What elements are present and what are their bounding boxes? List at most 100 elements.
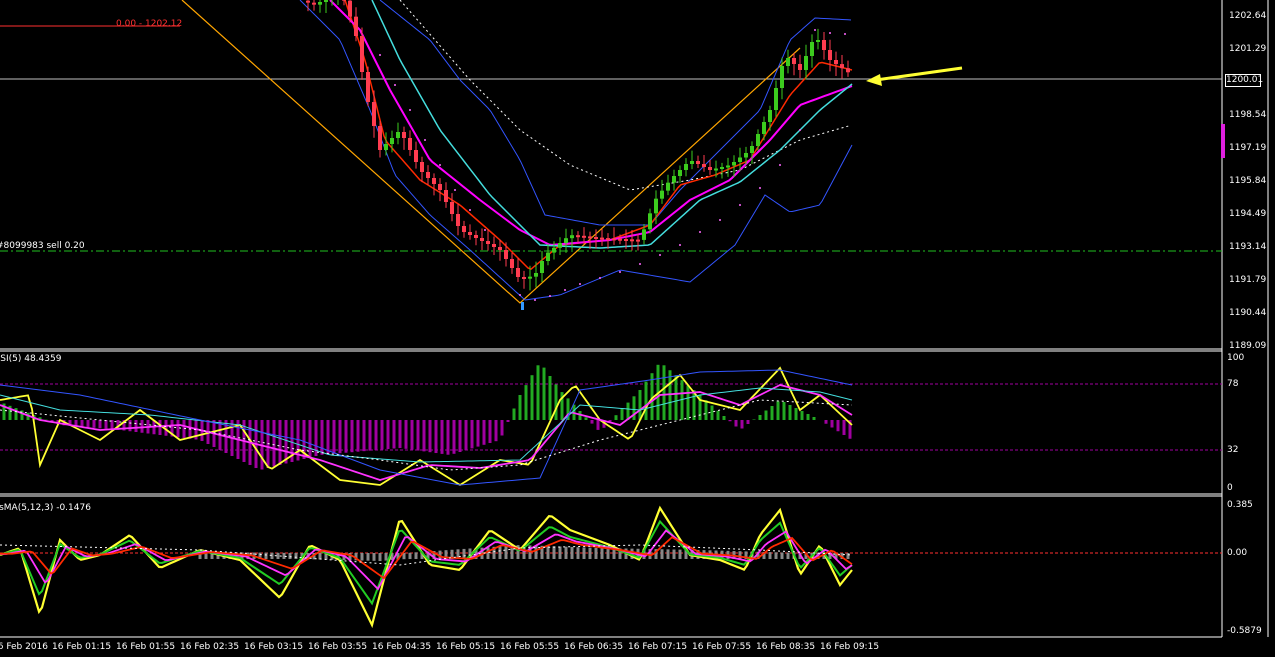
candle-body [744,153,748,158]
osma-hist-bar [600,548,604,559]
price-tick: 1189.09 [1229,341,1267,351]
sell-order-label: #8099983 sell 0.20 [0,241,85,251]
candle-body [372,102,376,126]
candle-body [600,237,604,240]
osma-hist-bar [408,552,412,559]
sar-dot [519,294,521,296]
candle-body [420,162,424,172]
rsi-hist-bar [590,420,594,424]
osma-hist-bar [774,552,778,559]
osma-hist-bar [588,547,592,559]
osma-hist-bar [372,553,376,561]
rsi-hist-bar [596,420,600,430]
candle-body [678,170,682,176]
osma-hist-bar [378,553,382,561]
rsi-hist-bar [584,417,588,420]
candle-body [558,243,562,248]
rsi-hist-bar [86,420,90,428]
sar-dot [409,109,411,111]
rsi-hist-bar [638,390,642,420]
osma-hist-bar [486,547,490,559]
rsi-hist-bar [278,420,282,465]
rsi-hist-bar [362,420,366,452]
ma-slow [371,0,853,249]
rsi-hist-bar [392,420,396,449]
osma-hist-bar [672,549,676,559]
candle-body [672,176,676,183]
candle-body [444,190,448,202]
time-tick: 16 Feb 06:35 [564,642,624,652]
time-tick: 16 Feb 05:15 [436,642,496,652]
trading-chart[interactable] [0,0,1275,657]
sar-dot [814,29,816,31]
candle-body [798,64,802,70]
candle-body [846,68,850,73]
rsi-hist-bar [434,420,438,454]
osma-hist-bar [786,552,790,559]
osma-tick: 0.00 [1227,548,1248,558]
candle-body [348,0,352,17]
candle-body [408,138,412,150]
candle-body [768,110,772,122]
scroll-indicator[interactable] [1221,124,1225,158]
price-tick: 1193.14 [1229,242,1267,252]
rsi-hist-bar [788,405,792,420]
candle-body [504,250,508,259]
candle-body [774,88,778,110]
time-tick: 16 Feb 2016 [0,642,49,652]
sar-dot [424,139,426,141]
candle-body [384,144,388,150]
candle-body [480,238,484,241]
candle-body [360,36,364,72]
osma-tick: -0.5879 [1227,626,1262,636]
rsi-hist-bar [770,406,774,420]
rsi-hist-bar [158,420,162,435]
rsi-hist-bar [458,420,462,452]
candle-body [654,198,658,214]
time-tick: 16 Feb 07:55 [692,642,752,652]
rsi-hist-bar [722,416,726,420]
candle-body [552,247,556,253]
osma-hist-bar [570,546,574,559]
candle-body [816,40,820,42]
sar-dot [534,299,536,301]
osma-hist-bar [846,553,850,559]
sar-dot [759,187,761,189]
osma-hist-bar [384,553,388,561]
osma-hist-bar [552,546,556,559]
rsi-hist-bar [728,420,732,422]
candle-body [732,162,736,166]
candle-body [576,235,580,238]
rsi-hist-bar [752,419,756,420]
rsi-hist-bar [632,396,636,420]
candle-body [522,277,526,279]
time-tick: 16 Feb 03:55 [308,642,368,652]
rsi-hist-bar [476,420,480,447]
rsi-hist-bar [464,420,468,451]
rsi-hist-bar [104,420,108,429]
rsi-hist-bar [542,367,546,420]
rsi-hist-bar [488,420,492,443]
rsi-hist-bar [716,410,720,420]
osma-hist-bar [264,552,268,559]
rsi-hist-bar [530,375,534,420]
osma-hist-bar [768,552,772,559]
candle-body [840,64,844,69]
rsi-hist-bar [506,420,510,422]
osma-hist-bar [666,549,670,559]
time-tick: 16 Feb 05:55 [500,642,560,652]
time-tick: 16 Feb 03:15 [244,642,304,652]
rsi-hist-bar [842,420,846,435]
trendline [181,0,801,304]
candle-body [570,235,574,239]
rsi-hist-bar [554,384,558,420]
sar-dot [739,204,741,206]
rsi-hist-bar [812,417,816,420]
candle-body [738,157,742,162]
rsi-hist-bar [134,420,138,432]
price-tick: 1190.44 [1229,308,1267,318]
candle-body [354,16,358,36]
candle-body [690,161,694,164]
sar-dot [564,289,566,291]
rsi-hist-bar [92,420,96,428]
